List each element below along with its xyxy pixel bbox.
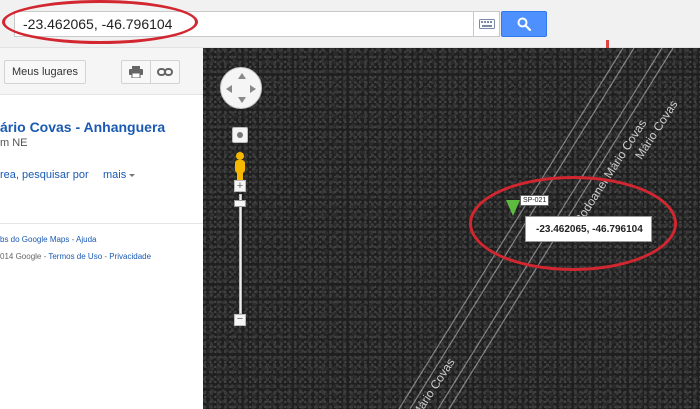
pegman-head (236, 152, 244, 160)
keyboard-button[interactable] (474, 11, 500, 37)
zoom-in-button[interactable]: + (234, 180, 246, 192)
terms-link[interactable]: Termos de Uso (48, 252, 102, 261)
link-icon (157, 68, 173, 76)
maps-window: Meus lugares ário Covas - Anhanguera m N… (0, 0, 700, 409)
zoom-out-button[interactable]: − (234, 314, 246, 326)
pan-control[interactable] (220, 67, 262, 109)
divider (0, 223, 203, 224)
copyright-text: 014 Google - (0, 252, 49, 261)
print-button[interactable] (121, 60, 151, 84)
footer-line-2: 014 Google - Termos de Uso - Privacidade (0, 252, 151, 261)
maps-labs-link[interactable]: bs do Google Maps (0, 235, 69, 244)
my-places-button[interactable]: Meus lugares (4, 60, 87, 84)
pan-left-icon[interactable] (226, 85, 232, 93)
zoom-slider-handle[interactable] (234, 200, 246, 207)
top-marker (606, 40, 609, 48)
print-icon (129, 66, 143, 78)
keyboard-icon (478, 19, 495, 29)
left-panel-toolbar: Meus lugares (0, 48, 203, 95)
chevron-down-icon (129, 173, 136, 177)
search-button[interactable] (501, 11, 547, 37)
place-subtitle: m NE (0, 137, 28, 149)
pan-right-icon[interactable] (250, 85, 256, 93)
link-button[interactable] (150, 60, 180, 84)
place-title[interactable]: ário Covas - Anhanguera (0, 119, 165, 135)
pan-up-icon[interactable] (238, 73, 246, 79)
pegman-icon[interactable] (233, 152, 247, 180)
pegman-legs (237, 172, 243, 180)
zoom-slider-track[interactable] (239, 194, 242, 314)
rotate-button[interactable] (232, 127, 248, 143)
more-label: mais (103, 169, 127, 181)
annotation-ellipse-search (2, 0, 198, 44)
place-actions-link[interactable]: rea, pesquisar por (0, 169, 89, 181)
search-icon (517, 17, 531, 31)
left-panel: Meus lugares ário Covas - Anhanguera m N… (0, 48, 203, 409)
more-dropdown[interactable]: mais (103, 169, 136, 181)
help-link[interactable]: Ajuda (76, 235, 96, 244)
privacy-link[interactable]: Privacidade (109, 252, 151, 261)
annotation-ellipse-popup (469, 176, 677, 271)
footer-line-1: bs do Google Maps - Ajuda (0, 235, 97, 244)
pan-down-icon[interactable] (238, 97, 246, 103)
